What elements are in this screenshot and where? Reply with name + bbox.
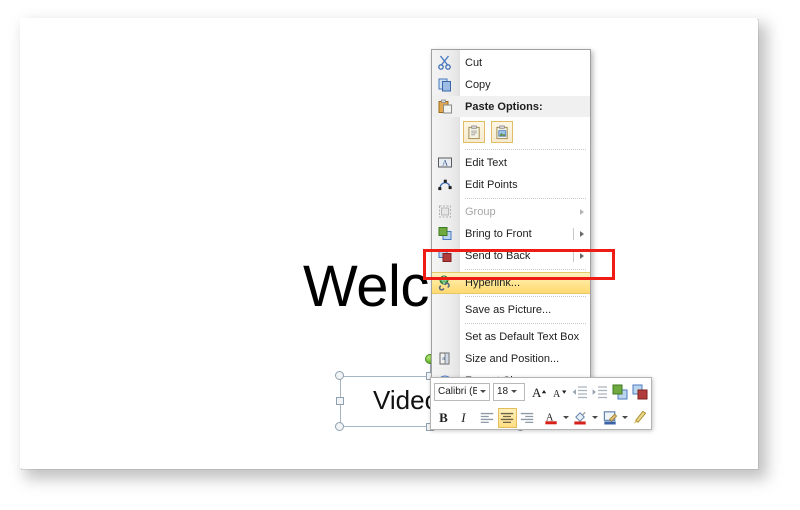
align-center-button[interactable]: [497, 407, 517, 428]
align-left-icon: [480, 412, 494, 423]
menu-item-set-default-text-box-label: Set as Default Text Box: [465, 331, 580, 343]
shape-fill-icon: [574, 411, 586, 425]
shrink-font-button[interactable]: A: [550, 382, 569, 402]
menu-item-paste-options: Paste Options:: [432, 96, 590, 117]
send-backward-button[interactable]: [630, 382, 649, 402]
svg-text:A: A: [442, 159, 448, 168]
shape-outline-icon: [603, 411, 617, 425]
align-left-button[interactable]: [478, 408, 497, 428]
menu-separator-1: [465, 149, 586, 150]
paste-as-picture-button[interactable]: [491, 121, 513, 143]
shape-outline-dropdown[interactable]: [620, 408, 629, 428]
bring-forward-icon: [612, 384, 628, 399]
menu-item-copy[interactable]: Copy: [432, 74, 590, 96]
shape-fill-dropdown[interactable]: [591, 408, 600, 428]
decrease-indent-icon: [572, 385, 587, 398]
clipboard-document-icon: [467, 125, 480, 139]
menu-item-edit-points-label: Edit Points: [465, 179, 518, 191]
font-size-combo[interactable]: 18: [493, 382, 526, 401]
menu-item-edit-text-label: Edit Text: [465, 157, 507, 169]
menu-item-size-and-position-label: Size and Position...: [465, 353, 560, 365]
align-right-button[interactable]: [518, 408, 537, 428]
grow-font-button[interactable]: A: [530, 382, 549, 402]
edit-points-icon: [437, 177, 454, 194]
menu-item-group-label: Group: [465, 206, 496, 218]
scissors-icon: [437, 55, 454, 72]
mini-toolbar-row-1: Calibri (B 18 A A: [431, 378, 651, 404]
shape-fill-button[interactable]: [571, 408, 590, 428]
svg-text:a: a: [442, 356, 445, 362]
menu-item-paste-options-label: Paste Options:: [465, 100, 543, 113]
menu-item-size-and-position[interactable]: a Size and Position...: [432, 348, 590, 370]
bold-button[interactable]: B: [434, 408, 453, 428]
menu-item-set-default-text-box[interactable]: Set as Default Text Box: [432, 326, 590, 348]
context-menu[interactable]: Cut Copy Paste Options: A Edit Text Edit…: [431, 49, 591, 395]
mini-toolbar-row-2: B I A: [431, 404, 651, 430]
increase-indent-button[interactable]: [590, 382, 609, 402]
font-name-value: Calibri (B: [438, 386, 478, 397]
menu-separator-2: [465, 198, 586, 199]
chevron-down-icon[interactable]: [477, 390, 489, 393]
menu-item-copy-label: Copy: [465, 79, 491, 91]
bring-forward-button[interactable]: [610, 382, 629, 402]
paste-options-row[interactable]: [432, 117, 590, 147]
mini-formatting-toolbar[interactable]: Calibri (B 18 A A B I A: [430, 377, 652, 430]
clipboard-picture-icon: [495, 125, 508, 139]
chevron-down-icon[interactable]: [508, 390, 520, 393]
align-center-icon: [501, 412, 514, 423]
size-position-icon: a: [437, 351, 454, 368]
increase-indent-icon: [592, 385, 607, 398]
resize-handle-bottom-left[interactable]: [335, 422, 344, 431]
edit-text-icon: A: [437, 155, 454, 172]
decrease-indent-button[interactable]: [570, 382, 589, 402]
menu-item-cut[interactable]: Cut: [432, 52, 590, 74]
bold-label: B: [439, 409, 448, 425]
font-color-icon: A: [544, 412, 557, 425]
format-painter-button[interactable]: [630, 408, 649, 428]
resize-handle-top-left[interactable]: [335, 371, 344, 380]
copy-pages-icon: [437, 77, 454, 94]
menu-item-bring-to-front-label: Bring to Front: [465, 228, 532, 240]
clipboard-paste-icon: [437, 98, 454, 115]
shrink-font-icon: A: [553, 389, 567, 400]
menu-separator-4: [465, 296, 586, 297]
hyperlink-annotation-highlight: [423, 249, 615, 280]
menu-item-group[interactable]: Group: [432, 201, 590, 223]
font-color-dropdown[interactable]: [562, 408, 571, 428]
menu-item-bring-to-front[interactable]: Bring to Front: [432, 223, 590, 245]
align-right-icon: [521, 412, 534, 423]
italic-label: I: [461, 409, 466, 425]
svg-text:A: A: [532, 385, 542, 400]
group-icon: [437, 204, 454, 221]
submenu-arrow-icon: [580, 231, 584, 237]
submenu-arrow-icon: [580, 209, 584, 215]
grow-font-icon: A: [532, 385, 546, 400]
menu-separator-5: [465, 323, 586, 324]
svg-text:A: A: [553, 389, 561, 400]
menu-item-edit-text[interactable]: A Edit Text: [432, 152, 590, 174]
font-color-button[interactable]: A: [542, 408, 561, 428]
menu-item-save-as-picture[interactable]: Save as Picture...: [432, 299, 590, 321]
font-name-combo[interactable]: Calibri (B: [434, 382, 490, 401]
paste-keep-source-formatting-button[interactable]: [463, 121, 485, 143]
italic-button[interactable]: I: [454, 408, 473, 428]
bring-front-icon: [437, 226, 454, 243]
font-size-value: 18: [497, 386, 509, 397]
menu-item-cut-label: Cut: [465, 57, 483, 69]
resize-handle-middle-left[interactable]: [336, 397, 344, 405]
format-painter-icon: [633, 410, 647, 424]
menu-item-save-as-picture-label: Save as Picture...: [465, 304, 552, 316]
submenu-divider: [573, 228, 574, 240]
menu-item-edit-points[interactable]: Edit Points: [432, 174, 590, 196]
shape-outline-button[interactable]: [601, 408, 620, 428]
send-backward-icon: [632, 384, 648, 399]
screenshot-root: Welcome Video 1 Cut Copy Paste Options: …: [0, 0, 800, 510]
